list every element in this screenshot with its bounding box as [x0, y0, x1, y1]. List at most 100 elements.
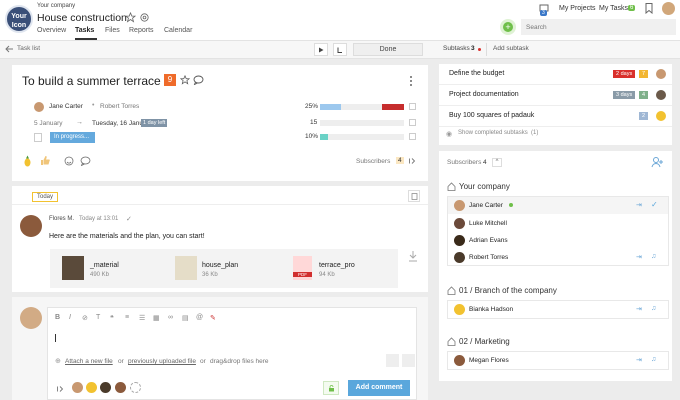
comment-editor[interactable]: B I ⊘ T ❝ ≡ ☰ ▦ ∞ ▤ @ ✎ ⊕ Attach a new f…: [47, 307, 417, 400]
strikethrough-icon[interactable]: ⊘: [82, 314, 88, 322]
toolbar-divider: [486, 43, 487, 56]
done-button[interactable]: Done: [353, 43, 423, 56]
notify-avatar-3[interactable]: [100, 382, 111, 393]
subscriber-row[interactable]: Bianka Hadson ⇥ ♫: [448, 301, 668, 318]
progress-bar: [320, 104, 404, 110]
tab-tasks[interactable]: Tasks: [75, 27, 94, 34]
bell-icon[interactable]: ♫: [651, 305, 656, 312]
notify-avatar-4[interactable]: [115, 382, 126, 393]
copy-icon[interactable]: [408, 190, 420, 202]
notifications-icon[interactable]: 3: [539, 3, 550, 16]
subscriber-row[interactable]: Megan Flores ⇥ ♫: [448, 352, 668, 369]
bold-icon[interactable]: B: [55, 314, 60, 321]
file-name-terrace[interactable]: terrace_pro: [319, 262, 355, 269]
attach-new-file-link[interactable]: Attach a new file: [65, 358, 113, 365]
back-arrow-icon[interactable]: [5, 45, 14, 53]
subtask-count-badge: 2: [639, 112, 649, 120]
table-icon[interactable]: ▤: [182, 314, 189, 322]
mention-icon[interactable]: @: [196, 314, 203, 321]
completed-count: (1): [531, 130, 539, 136]
company-logo[interactable]: Your Icon: [5, 5, 33, 33]
smiley-icon[interactable]: [64, 156, 74, 166]
subscribers-expand-icon[interactable]: [408, 157, 416, 165]
bell-icon[interactable]: ♫: [651, 356, 656, 363]
lock-toggle-icon[interactable]: [323, 381, 339, 395]
bell-icon[interactable]: ♫: [651, 253, 656, 260]
reaction-pineapple-icon[interactable]: [23, 155, 32, 167]
subscriber-row[interactable]: Adrian Evans: [448, 232, 668, 249]
gear-icon[interactable]: [139, 12, 150, 23]
add-subscriber-icon[interactable]: [130, 382, 141, 393]
subtask-row[interactable]: Buy 100 squares of padauk 2: [439, 106, 672, 127]
timer-button[interactable]: [333, 43, 347, 56]
download-icon[interactable]: [408, 250, 418, 262]
reviewer-name[interactable]: Robert Torres: [100, 103, 139, 110]
search-input[interactable]: [521, 19, 676, 35]
notify-toggle-icon[interactable]: ⇥: [636, 253, 642, 261]
collapse-icon[interactable]: ^: [492, 158, 502, 167]
add-comment-button[interactable]: Add comment: [348, 380, 410, 396]
text-color-icon[interactable]: T: [96, 314, 100, 321]
subtask-row[interactable]: Define the budget 2 days 7: [439, 64, 672, 85]
add-subtask-link[interactable]: Add subtask: [493, 45, 529, 52]
status-badge[interactable]: In progress...: [50, 132, 95, 143]
notify-toggle-icon[interactable]: ⇥: [636, 201, 642, 209]
subscriber-name: Bianka Hadson: [469, 306, 514, 313]
task-star-icon[interactable]: [180, 75, 190, 85]
notify-avatar-2[interactable]: [86, 382, 97, 393]
notify-toggle-icon[interactable]: ⇥: [636, 305, 642, 313]
clip-button[interactable]: [386, 354, 399, 367]
notify-toggle-icon[interactable]: ⇥: [636, 356, 642, 364]
play-button[interactable]: [314, 43, 328, 56]
start-date[interactable]: 5 January: [34, 120, 63, 127]
add-subscriber-button[interactable]: [651, 156, 664, 168]
bookmark-icon[interactable]: [645, 3, 653, 14]
notify-subscribers-icon[interactable]: [56, 385, 64, 393]
tab-files[interactable]: Files: [105, 27, 120, 34]
star-icon[interactable]: [125, 12, 136, 23]
bullet-list-icon[interactable]: ☰: [139, 314, 145, 322]
add-button[interactable]: +: [500, 19, 516, 35]
my-tasks-link[interactable]: My Tasks: [599, 5, 628, 12]
tab-reports[interactable]: Reports: [129, 27, 154, 34]
subscriber-row[interactable]: Luke Mitchell: [448, 215, 668, 232]
second-bar: [320, 134, 404, 140]
clear-format-icon[interactable]: ✎: [210, 314, 216, 322]
file-thumb-house-plan[interactable]: [175, 256, 197, 280]
my-projects-link[interactable]: My Projects: [559, 5, 596, 12]
notify-avatar-1[interactable]: [72, 382, 83, 393]
subscriber-row[interactable]: Jane Carter ⇥ ✓: [448, 197, 668, 214]
commenter-avatar: [20, 215, 42, 237]
pdf-file-icon[interactable]: PDF: [293, 256, 312, 280]
task-list-link[interactable]: Task list: [17, 45, 40, 52]
file-thumb-material[interactable]: [62, 256, 84, 280]
subscribers-label: Subscribers: [356, 158, 391, 165]
status-checkbox[interactable]: [34, 133, 42, 142]
numbered-list-icon[interactable]: ≡: [125, 314, 129, 321]
assignee-name[interactable]: Jane Carter: [49, 103, 83, 110]
hours-box-icon: [409, 119, 416, 126]
subscriber-avatar: [454, 235, 465, 246]
subscriber-row[interactable]: Robert Torres ⇥ ♫: [448, 249, 668, 266]
link-icon[interactable]: ∞: [168, 314, 173, 321]
previously-uploaded-link[interactable]: previously uploaded file: [128, 358, 196, 365]
days-left-badge: 1 day left: [141, 119, 168, 127]
user-avatar[interactable]: [662, 2, 675, 15]
comment-icon[interactable]: [80, 156, 91, 166]
file-name-material[interactable]: _material: [90, 262, 119, 269]
subscribers-panel-label: Subscribers: [447, 159, 482, 166]
italic-icon[interactable]: I: [69, 314, 71, 321]
subtask-row[interactable]: Project documentation 3 days 4: [439, 85, 672, 106]
quote-icon[interactable]: ❝: [110, 314, 114, 322]
status-label: In progress...: [54, 134, 90, 140]
tab-calendar[interactable]: Calendar: [164, 27, 192, 34]
task-comment-icon[interactable]: [193, 75, 204, 85]
thumbs-up-icon[interactable]: [40, 155, 51, 166]
attach-button[interactable]: [402, 354, 415, 367]
more-menu-icon[interactable]: [410, 76, 413, 86]
check-icon[interactable]: ✓: [651, 200, 658, 209]
tab-overview[interactable]: Overview: [37, 27, 66, 34]
image-icon[interactable]: ▦: [153, 314, 160, 322]
notifications-badge: 3: [540, 10, 547, 16]
file-name-house-plan[interactable]: house_plan: [202, 262, 238, 269]
